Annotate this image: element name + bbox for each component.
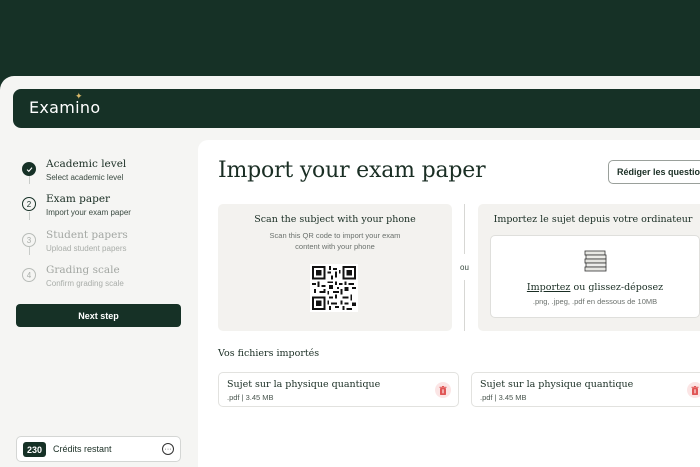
import-rest: ou glissez-déposez	[570, 282, 664, 293]
qr-code-icon	[310, 264, 358, 312]
accepted-formats: .png, .jpeg, .pdf en dessous de 10MB	[532, 297, 658, 306]
file-dropzone[interactable]: Importez ou glissez-déposez .png, .jpeg,…	[490, 235, 700, 318]
top-header: Examino ✦	[13, 89, 700, 128]
step-exam-paper[interactable]: 2 Exam paper Import your exam paper	[22, 191, 197, 225]
file-meta: .pdf | 3.45 MB	[480, 393, 527, 402]
step-title: Student papers	[46, 229, 128, 241]
step-number: 4	[22, 268, 36, 282]
main-content: Import your exam paper Rédiger les quest…	[198, 140, 700, 467]
step-grading-scale[interactable]: 4 Grading scale Confirm grading scale	[22, 262, 197, 296]
logo-text: Examino	[29, 98, 101, 117]
credits-label: Crédits restant	[53, 444, 112, 454]
divider-line	[464, 280, 465, 331]
sparkle-icon: ✦	[75, 92, 83, 102]
app-window: Examino ✦ Academic level Select academic…	[0, 76, 700, 467]
divider-line	[464, 204, 465, 254]
upload-panel: Importez le sujet depuis votre ordinateu…	[478, 204, 700, 331]
import-link[interactable]: Importez	[527, 282, 571, 293]
page-title: Import your exam paper	[218, 158, 486, 183]
separator-text: ou	[458, 262, 471, 273]
trash-icon[interactable]	[435, 382, 451, 398]
file-card[interactable]: Sujet sur la physique quantique .pdf | 3…	[218, 372, 459, 407]
step-number: 3	[22, 233, 36, 247]
step-academic-level[interactable]: Academic level Select academic level	[22, 156, 197, 190]
check-icon	[22, 162, 36, 176]
upload-title: Importez le sujet depuis votre ordinateu…	[493, 214, 693, 225]
trash-icon[interactable]	[687, 382, 700, 398]
credits-count: 230	[23, 442, 47, 457]
write-questions-button[interactable]: Rédiger les questions	[608, 160, 700, 184]
step-subtitle: Upload student papers	[46, 244, 127, 253]
next-step-button[interactable]: Next step	[16, 304, 181, 327]
file-card[interactable]: Sujet sur la physique quantique .pdf | 3…	[471, 372, 700, 407]
imported-files-title: Vos fichiers importés	[218, 348, 320, 359]
scan-title: Scan the subject with your phone	[254, 214, 416, 225]
step-title: Exam paper	[46, 193, 111, 205]
document-stack-icon	[584, 250, 607, 272]
scan-description: Scan this QR code to import your exam co…	[269, 231, 401, 251]
step-title: Grading scale	[46, 264, 120, 276]
file-name: Sujet sur la physique quantique	[480, 379, 634, 390]
scan-panel: Scan the subject with your phone Scan th…	[218, 204, 452, 331]
step-title: Academic level	[46, 158, 127, 170]
sidebar: Academic level Select academic level 2 E…	[0, 128, 196, 467]
import-instruction: Importez ou glissez-déposez	[491, 282, 699, 293]
logo[interactable]: Examino ✦	[29, 92, 101, 117]
step-student-papers[interactable]: 3 Student papers Upload student papers	[22, 227, 197, 261]
file-meta: .pdf | 3.45 MB	[227, 393, 274, 402]
step-subtitle: Confirm grading scale	[46, 279, 124, 288]
step-number: 2	[22, 197, 36, 211]
step-subtitle: Import your exam paper	[46, 208, 131, 217]
more-horizontal-icon[interactable]: ···	[162, 443, 174, 455]
step-subtitle: Select academic level	[46, 173, 124, 182]
credits-panel[interactable]: 230 Crédits restant ···	[16, 436, 181, 462]
file-name: Sujet sur la physique quantique	[227, 379, 381, 390]
